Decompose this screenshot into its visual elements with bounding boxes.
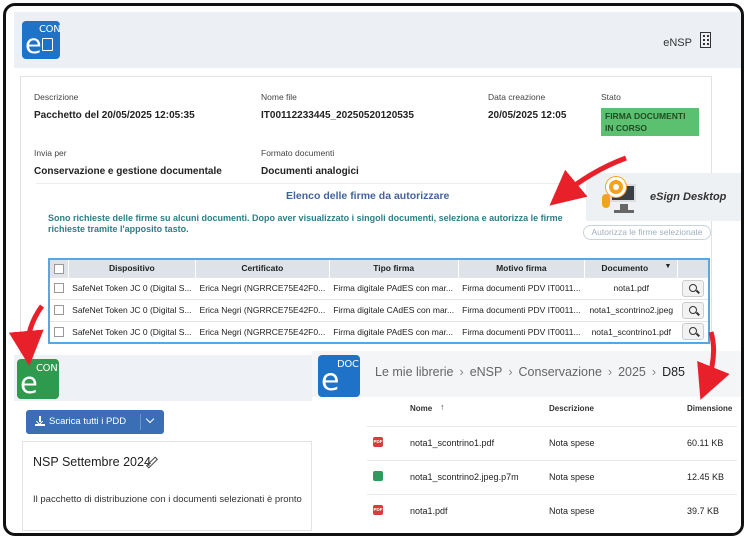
pdf-file-icon: PDF bbox=[373, 505, 383, 515]
esign-desktop-label: eSign Desktop bbox=[650, 191, 727, 203]
signature-notice: Sono richieste delle firme su alcuni doc… bbox=[48, 213, 563, 234]
filter-arrow-icon: ▼ bbox=[664, 263, 672, 271]
column-dispositivo[interactable]: Dispositivo bbox=[67, 259, 196, 277]
search-icon[interactable] bbox=[681, 323, 704, 341]
column-dimensione[interactable]: Dimensione bbox=[687, 404, 732, 413]
row-checkbox[interactable] bbox=[49, 276, 69, 299]
column-motivo-firma[interactable]: Motivo firma bbox=[457, 259, 585, 277]
esign-desktop-icon bbox=[600, 176, 642, 216]
sort-ascending-icon[interactable]: ↑ bbox=[440, 402, 445, 412]
search-icon[interactable] bbox=[681, 301, 704, 319]
signatures-table: Dispositivo Certificato Tipo firma Motiv… bbox=[48, 258, 710, 344]
distribution-header: e CON bbox=[14, 355, 312, 401]
screenshot-frame: e CON eNSP Descrizione Pacchetto del 20/… bbox=[3, 3, 744, 536]
library-panel: e DOC Le mie librerie › eNSP › Conservazione… bbox=[312, 351, 741, 533]
authorize-signatures-button[interactable]: Autorizza le firme selezionate bbox=[583, 225, 711, 240]
chevron-right-icon: › bbox=[607, 365, 613, 379]
field-data-creazione: Data creazione 20/05/2025 12:05 bbox=[488, 92, 567, 121]
row-checkbox[interactable] bbox=[49, 298, 69, 321]
top-header: e CON eNSP bbox=[14, 12, 741, 68]
distribution-panel: e CON Scarica tutti i PDD NSP Settembre … bbox=[14, 355, 312, 531]
file-row[interactable]: PDF nota1.pdf Nota spese 39.7 KB bbox=[367, 494, 737, 528]
field-stato: Stato FIRMA DOCUMENTI IN CORSO bbox=[601, 92, 699, 136]
econ-logo[interactable]: e CON bbox=[22, 21, 61, 59]
breadcrumb-current: D85 bbox=[662, 365, 685, 379]
breadcrumb-item[interactable]: Le mie librerie bbox=[375, 365, 454, 379]
divider bbox=[36, 183, 582, 184]
breadcrumb-item[interactable]: 2025 bbox=[618, 365, 646, 379]
field-invia-per: Invia per Conservazione e gestione docum… bbox=[34, 148, 222, 177]
column-descrizione[interactable]: Descrizione bbox=[549, 404, 594, 413]
file-row[interactable]: nota1_scontrino2.jpeg.p7m Nota spese 12.… bbox=[367, 460, 737, 494]
table-row[interactable]: SafeNet Token JC 0 (Digital S... Erica N… bbox=[49, 298, 709, 321]
column-documento[interactable]: Documento ▼ bbox=[584, 259, 678, 277]
image-file-icon bbox=[373, 471, 383, 481]
chevron-right-icon: › bbox=[459, 365, 464, 379]
file-row[interactable]: PDF nota1_scontrino1.pdf Nota spese 60.1… bbox=[367, 426, 737, 460]
field-nome-file: Nome file IT00112233445_20250520120535 bbox=[261, 92, 414, 121]
select-all-checkbox[interactable] bbox=[48, 259, 69, 277]
breadcrumb: Le mie librerie › eNSP › Conservazione › 2025 ›… bbox=[375, 365, 685, 379]
breadcrumb-item[interactable]: eNSP bbox=[470, 365, 503, 379]
column-nome[interactable]: Nome bbox=[410, 404, 432, 413]
breadcrumb-item[interactable]: Conservazione bbox=[519, 365, 602, 379]
table-row[interactable]: SafeNet Token JC 0 (Digital S... Erica N… bbox=[49, 320, 709, 343]
section-title: Elenco delle firme da autorizzare bbox=[286, 190, 450, 202]
document-icon bbox=[42, 38, 53, 51]
table-row[interactable]: SafeNet Token JC 0 (Digital S... Erica N… bbox=[49, 276, 709, 299]
chevron-down-icon[interactable] bbox=[145, 414, 155, 424]
econ-logo[interactable]: e CON bbox=[17, 359, 59, 399]
library-header: e DOC Le mie librerie › eNSP › Conservazione… bbox=[312, 351, 741, 397]
row-checkbox[interactable] bbox=[49, 320, 69, 343]
package-card: NSP Settembre 2024 Il pacchetto di distr… bbox=[22, 441, 312, 531]
chevron-right-icon: › bbox=[508, 365, 513, 379]
package-title: NSP Settembre 2024 bbox=[33, 455, 151, 469]
package-description: Il pacchetto di distribuzione con i docu… bbox=[33, 494, 302, 505]
field-formato: Formato documenti Documenti analogici bbox=[261, 148, 359, 177]
search-icon[interactable] bbox=[681, 279, 704, 297]
pdf-file-icon: PDF bbox=[373, 437, 383, 447]
field-descrizione: Descrizione Pacchetto del 20/05/2025 12:… bbox=[34, 92, 195, 121]
edoc-logo[interactable]: e DOC bbox=[318, 355, 360, 397]
org-name[interactable]: eNSP bbox=[663, 37, 692, 49]
status-badge: FIRMA DOCUMENTI IN CORSO bbox=[601, 108, 699, 136]
column-tipo-firma[interactable]: Tipo firma bbox=[328, 259, 459, 277]
download-icon bbox=[35, 416, 45, 426]
chevron-right-icon: › bbox=[651, 365, 657, 379]
building-icon[interactable] bbox=[700, 32, 711, 48]
column-certificato[interactable]: Certificato bbox=[195, 259, 330, 277]
esign-desktop-badge: eSign Desktop bbox=[586, 173, 741, 221]
download-all-button[interactable]: Scarica tutti i PDD bbox=[26, 410, 164, 434]
table-header-row: Dispositivo Certificato Tipo firma Motiv… bbox=[48, 259, 709, 277]
column-actions bbox=[677, 259, 709, 277]
